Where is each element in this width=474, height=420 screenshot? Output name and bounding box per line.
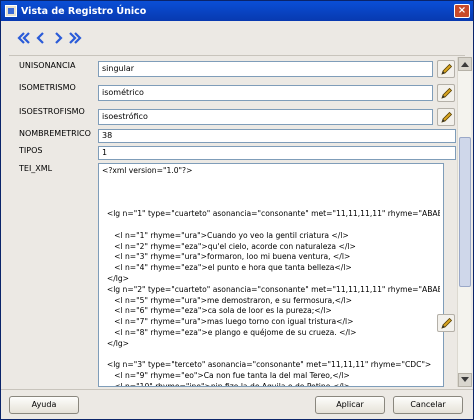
last-record-button[interactable] — [68, 31, 82, 45]
xml-line: <l n="2" rhyme="eza">qu'el cielo, acorde… — [102, 241, 356, 251]
cancel-button[interactable]: Cancelar — [393, 396, 463, 414]
scroll-down-button[interactable] — [458, 373, 472, 387]
xml-line: <l n="1" rhyme="ura">Cuando yo veo la ge… — [102, 230, 349, 240]
xml-line: <l n="9" rhyme="eo">Ca non fue tanta la … — [102, 371, 350, 381]
window-title: Vista de Registro Único — [21, 5, 147, 17]
field-label: NOMBREMETRICO — [19, 129, 91, 138]
field-label: TIPOS — [19, 146, 43, 155]
help-button[interactable]: Ayuda — [9, 396, 79, 414]
scroll-thumb[interactable] — [459, 137, 471, 287]
tipos-input[interactable]: 1 — [98, 146, 456, 160]
isometrismo-input[interactable]: isométrico — [98, 85, 433, 101]
pencil-icon — [440, 87, 452, 99]
xml-line: <l n="3" rhyme="ura">formaron, loo mi bu… — [102, 252, 351, 262]
xml-line: </lg> — [102, 273, 130, 283]
nombremetrico-input[interactable]: 38 — [98, 129, 456, 143]
arrow-down-icon — [461, 377, 469, 382]
edit-isoestrofismo-button[interactable] — [437, 108, 455, 126]
record-form: UNISONANCIA singular ISOMETRISMO isométr… — [9, 57, 457, 387]
header-divider — [9, 55, 465, 56]
xml-line: <lg n="2" type="cuarteto" asonancia="con… — [102, 284, 440, 294]
tei-xml-label: TEI_XML — [19, 164, 53, 173]
pencil-icon — [440, 317, 452, 329]
apply-button[interactable]: Aplicar — [315, 396, 385, 414]
xml-line: <l n="10" rhyme="ino">nin fizo la de Aqu… — [102, 381, 351, 387]
xml-line: <l n="5" rhyme="ura">me demostraron, e s… — [102, 295, 352, 305]
previous-icon — [36, 32, 44, 44]
close-button[interactable]: × — [454, 4, 470, 18]
next-icon — [55, 32, 63, 44]
dialog-window: Vista de Registro Único × UNISONANCIA si… — [0, 0, 474, 420]
xml-line — [102, 350, 440, 361]
xml-line: <l n="8" rhyme="eza">e plango e quéjome … — [102, 327, 357, 337]
xml-line: <l n="4" rhyme="eza">el punto e hora que… — [102, 263, 352, 273]
previous-record-button[interactable] — [34, 31, 48, 45]
unisonancia-input[interactable]: singular — [98, 61, 433, 77]
xml-line — [102, 220, 440, 231]
pencil-icon — [440, 111, 452, 123]
xml-line: <lg n="1" type="cuarteto" asonancia="con… — [102, 209, 440, 219]
xml-line — [102, 177, 440, 188]
dialog-footer: Ayuda Aplicar Cancelar — [1, 389, 473, 419]
xml-line: <l n="6" rhyme="eza">ca sola de loor es … — [102, 306, 332, 316]
title-bar[interactable]: Vista de Registro Único × — [1, 1, 473, 21]
xml-line: <?xml version="1.0"?> — [102, 166, 193, 175]
field-label: ISOMETRISMO — [19, 83, 76, 92]
edit-tei-xml-button[interactable] — [437, 314, 455, 332]
scroll-up-button[interactable] — [458, 57, 472, 71]
tei-xml-textarea[interactable]: <?xml version="1.0"?> <lg n="1" type="cu… — [98, 163, 444, 387]
field-label: UNISONANCIA — [19, 61, 76, 70]
field-label: ISOESTROFISMO — [19, 107, 85, 116]
xml-line: </lg> — [102, 338, 130, 348]
record-navigation — [1, 21, 473, 55]
xml-line — [102, 188, 440, 199]
isoestrofismo-input[interactable]: isoestrófico — [98, 109, 433, 125]
vertical-scrollbar[interactable] — [457, 57, 472, 387]
first-record-button[interactable] — [17, 31, 31, 45]
arrow-up-icon — [461, 62, 469, 67]
first-icon — [17, 32, 30, 44]
xml-line: <l n="7" rhyme="ura">mas luego torno con… — [102, 317, 354, 327]
pencil-icon — [440, 63, 452, 75]
xml-line: <lg n="3" type="terceto" asonancia="cons… — [102, 360, 432, 370]
xml-line — [102, 198, 440, 209]
app-icon — [5, 5, 17, 17]
last-icon — [69, 32, 82, 44]
edit-isometrismo-button[interactable] — [437, 84, 455, 102]
next-record-button[interactable] — [51, 31, 65, 45]
edit-unisonancia-button[interactable] — [437, 60, 455, 78]
